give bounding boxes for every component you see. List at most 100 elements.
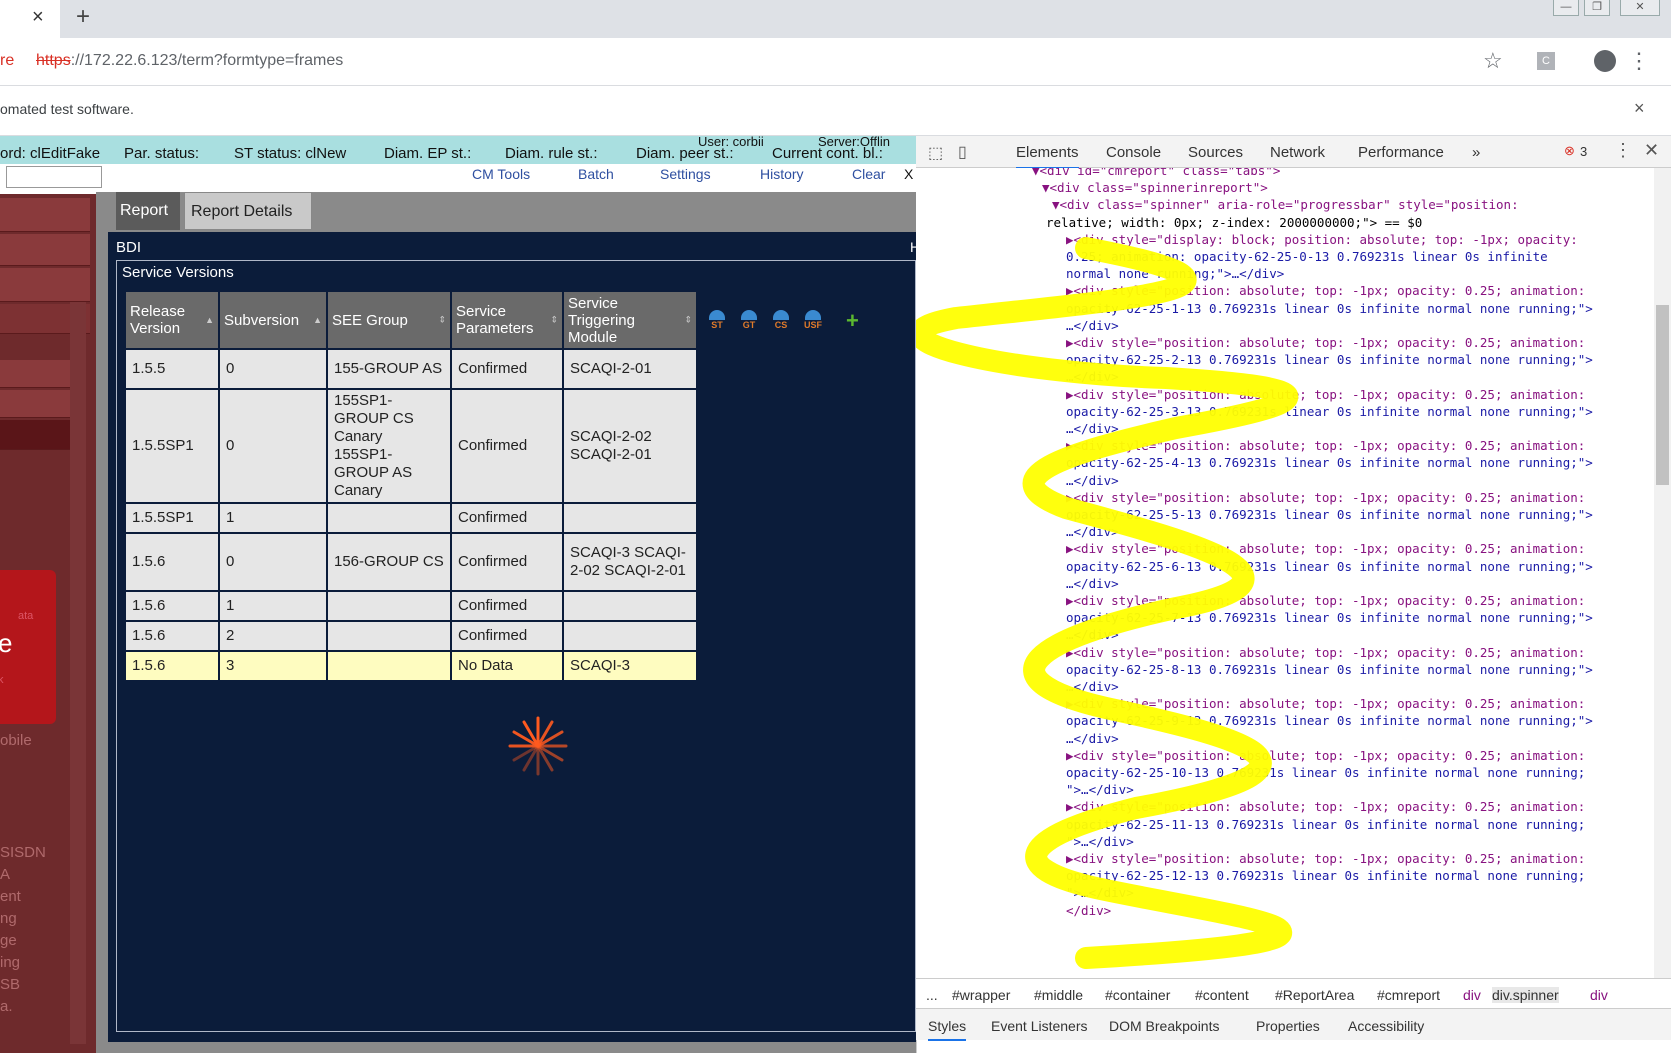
add-icon[interactable]: + (846, 308, 859, 334)
dom-node-line[interactable]: ▶<div style="display: block; position: a… (1066, 231, 1578, 249)
dom-node-line[interactable]: opacity-62-25-11-13 0.769231s linear 0s … (1066, 816, 1585, 834)
window-close-icon[interactable]: ✕ (1620, 0, 1660, 16)
usf-icon[interactable]: USF (802, 310, 824, 332)
dom-node-line[interactable]: ▶<div style="position: absolute; top: -1… (1066, 798, 1585, 816)
dom-node-line[interactable]: …</div> (1066, 368, 1119, 386)
dom-node-line[interactable]: ▶<div style="position: absolute; top: -1… (1066, 540, 1585, 558)
dom-node-line[interactable]: ▶<div style="position: absolute; top: -1… (1066, 850, 1585, 868)
sidebar-text[interactable]: SISDN (0, 844, 46, 861)
sidebar-block[interactable] (0, 234, 90, 266)
nav-clear[interactable]: Clear (852, 166, 885, 182)
crumb-selected[interactable]: div.spinner (1492, 987, 1559, 1003)
dom-node-line[interactable]: ▶<div style="position: absolute; top: -1… (1066, 592, 1585, 610)
dom-node-line[interactable]: …</div> (1066, 730, 1119, 748)
table-row[interactable]: 1.5.5 0 155-GROUP AS Confirmed SCAQI-2-0… (124, 348, 698, 390)
tab-network[interactable]: Network (1270, 144, 1325, 161)
url-field[interactable]: https://172.22.6.123/term?formtype=frame… (36, 52, 343, 70)
nav-close[interactable]: X (904, 166, 913, 182)
elements-scrollbar[interactable] (1654, 168, 1671, 978)
bookmark-star-icon[interactable]: ☆ (1483, 48, 1503, 74)
crumb[interactable]: #container (1105, 987, 1170, 1003)
tab-styles[interactable]: Styles (928, 1018, 967, 1041)
crumb[interactable]: #content (1195, 987, 1249, 1003)
col-service-parameters[interactable]: Service Parameters ⇕ (450, 290, 564, 350)
dom-node-line[interactable]: …</div> (1066, 472, 1119, 490)
sort-icon[interactable]: ⇕ (550, 315, 558, 326)
dom-node-line[interactable]: …</div> (1066, 523, 1119, 541)
dom-node-line[interactable]: …</div> (1066, 420, 1119, 438)
dom-node-line[interactable]: ">…</div> (1066, 781, 1134, 799)
dom-node-line[interactable]: ▶<div style="position: absolute; top: -1… (1066, 489, 1585, 507)
dom-node-line[interactable]: 0.25; animation: opacity-62-25-0-13 0.76… (1066, 248, 1548, 266)
device-toolbar-icon[interactable]: ▯ (958, 142, 967, 162)
browser-menu-icon[interactable]: ⋮ (1628, 48, 1650, 74)
table-row[interactable]: 1.5.6 1 Confirmed (124, 590, 698, 622)
sidebar-text[interactable]: A (0, 866, 10, 883)
tab-more[interactable]: » (1472, 144, 1480, 161)
crumb[interactable]: #cmreport (1377, 987, 1440, 1003)
record-input[interactable] (6, 166, 102, 188)
sidebar-text[interactable]: a. (0, 998, 13, 1015)
tab-dom-breakpoints[interactable]: DOM Breakpoints (1109, 1018, 1219, 1034)
dom-node-line[interactable]: opacity-62-25-8-13 0.769231s linear 0s i… (1066, 661, 1593, 679)
table-row[interactable]: 1.5.5SP1 1 Confirmed (124, 502, 698, 534)
dom-node-line[interactable]: normal none running;">…</div> (1066, 265, 1284, 283)
table-row[interactable]: 1.5.5SP1 0 155SP1-GROUP CS Canary 155SP1… (124, 388, 698, 504)
infobar-close-icon[interactable]: × (1634, 98, 1645, 119)
minimize-icon[interactable]: — (1553, 0, 1579, 16)
crumb[interactable]: #wrapper (952, 987, 1010, 1003)
sidebar-text[interactable]: ge (0, 932, 17, 949)
maximize-icon[interactable]: ❐ (1584, 0, 1610, 16)
crumb[interactable]: #ReportArea (1275, 987, 1354, 1003)
crumb[interactable]: div (1590, 987, 1608, 1003)
st-icon[interactable]: ST (706, 310, 728, 332)
dom-node-line[interactable]: ">…</div> (1066, 833, 1134, 851)
error-icon[interactable]: ⊗ (1564, 143, 1575, 159)
dom-node-line[interactable]: opacity-62-25-6-13 0.769231s linear 0s i… (1066, 558, 1593, 576)
nav-cm-tools[interactable]: CM Tools (472, 166, 530, 182)
sidebar-red-card[interactable]: ata e k (0, 570, 56, 724)
dom-node-line[interactable]: opacity-62-25-9-13 0.769231s linear 0s i… (1066, 712, 1593, 730)
dom-node-line[interactable]: ▶<div style="position: absolute; top: -1… (1066, 644, 1585, 662)
dom-node-line[interactable]: ▶<div style="position: absolute; top: -1… (1066, 437, 1585, 455)
dom-node-line[interactable]: opacity-62-25-12-13 0.769231s linear 0s … (1066, 867, 1585, 885)
cs-icon[interactable]: CS (770, 310, 792, 332)
dom-node-line[interactable]: …</div> (1066, 317, 1119, 335)
profile-avatar-icon[interactable] (1594, 50, 1616, 72)
sort-asc-icon[interactable]: ▲ (205, 315, 214, 325)
sidebar-block[interactable] (0, 360, 70, 388)
nav-history[interactable]: History (760, 166, 804, 182)
crumb[interactable]: ... (926, 987, 938, 1003)
dom-node-line[interactable]: opacity-62-25-10-13 0.769231s linear 0s … (1066, 764, 1585, 782)
dom-node-line[interactable]: opacity-62-25-5-13 0.769231s linear 0s i… (1066, 506, 1593, 524)
sort-asc-icon[interactable]: ▲ (313, 315, 322, 325)
crumb[interactable]: div (1463, 987, 1481, 1003)
sidebar-block[interactable] (0, 268, 90, 302)
sidebar-scrollbar[interactable] (70, 302, 86, 1044)
elements-scroll-thumb[interactable] (1656, 305, 1669, 485)
tab-elements[interactable]: Elements (1016, 144, 1079, 169)
dom-node-line[interactable]: opacity-62-25-1-13 0.769231s linear 0s i… (1066, 300, 1593, 318)
tab-sources[interactable]: Sources (1188, 144, 1243, 161)
dom-node-line[interactable]: opacity-62-25-4-13 0.769231s linear 0s i… (1066, 454, 1593, 472)
table-row[interactable]: 1.5.6 2 Confirmed (124, 620, 698, 652)
sidebar-block[interactable] (0, 198, 90, 232)
table-row[interactable]: 1.5.6 0 156-GROUP CS Confirmed SCAQI-3 S… (124, 532, 698, 592)
tab-report[interactable]: Report (116, 192, 180, 230)
sort-icon[interactable]: ⇕ (684, 315, 692, 326)
dom-node-line[interactable]: relative; width: 0px; z-index: 200000000… (1046, 214, 1422, 232)
dom-node-line[interactable]: opacity-62-25-3-13 0.769231s linear 0s i… (1066, 403, 1593, 421)
dom-node-line[interactable]: ▼<div id="cmreport" class="tabs"> (1032, 168, 1280, 180)
not-secure-label[interactable]: re (0, 52, 14, 70)
col-see-group[interactable]: SEE Group ⇕ (326, 290, 452, 350)
dom-node-line[interactable]: ▶<div style="position: absolute; top: -1… (1066, 334, 1585, 352)
browser-tab[interactable] (0, 0, 60, 38)
nav-settings[interactable]: Settings (660, 166, 711, 182)
sidebar-block[interactable] (0, 390, 70, 418)
tab-close-icon[interactable]: × (32, 6, 44, 28)
dom-node-line[interactable]: …</div> (1066, 626, 1119, 644)
gt-icon[interactable]: GT (738, 310, 760, 332)
dom-node-line[interactable]: …</div> (1066, 678, 1119, 696)
devtools-close-icon[interactable]: ✕ (1644, 140, 1659, 161)
tab-properties[interactable]: Properties (1256, 1018, 1320, 1034)
